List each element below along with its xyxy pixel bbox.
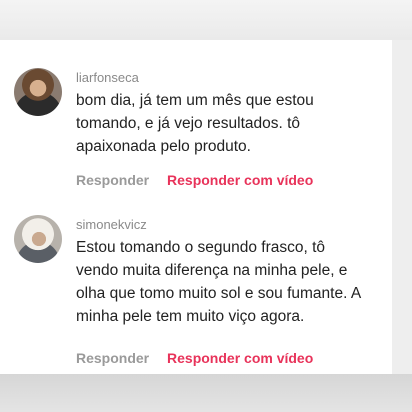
comments-card: liarfonseca bom dia, já tem um mês que e… <box>0 40 392 374</box>
comment-actions: Responder Responder com vídeo <box>76 172 313 188</box>
comment-text-line: Estou tomando o segundo frasco, tô <box>76 239 326 256</box>
comment-username[interactable]: simonekvicz <box>76 217 390 233</box>
reply-with-video-button[interactable]: Responder com vídeo <box>167 350 313 366</box>
comment-actions: Responder Responder com vídeo <box>76 350 313 366</box>
comment-content: simonekvicz Estou tomando o segundo fras… <box>76 215 390 366</box>
comment-username[interactable]: liarfonseca <box>76 70 390 86</box>
avatar[interactable] <box>14 215 62 263</box>
comment-text-line: apaixonada pelo produto. <box>76 138 251 155</box>
comment-text: bom dia, já tem um mês que estou tomando… <box>76 89 390 158</box>
comment-content: liarfonseca bom dia, já tem um mês que e… <box>76 68 390 188</box>
background-right <box>392 40 412 374</box>
background-bottom <box>0 374 412 412</box>
avatar[interactable] <box>14 68 62 116</box>
reply-button[interactable]: Responder <box>76 350 149 366</box>
comment-text-line: bom dia, já tem um mês que estou <box>76 92 314 109</box>
comment-text-line: minha pele tem muito viço agora. <box>76 308 305 325</box>
comment-text-line: vendo muita diferença na minha pele, e <box>76 262 348 279</box>
background-top <box>0 0 412 40</box>
comment-text: Estou tomando o segundo frasco, tô vendo… <box>76 236 390 328</box>
reply-button[interactable]: Responder <box>76 172 149 188</box>
comment-text-line: tomando, e já vejo resultados. tô <box>76 115 301 132</box>
reply-with-video-button[interactable]: Responder com vídeo <box>167 172 313 188</box>
comment-text-line: olha que tomo muito sol e sou fumante. A <box>76 285 362 302</box>
